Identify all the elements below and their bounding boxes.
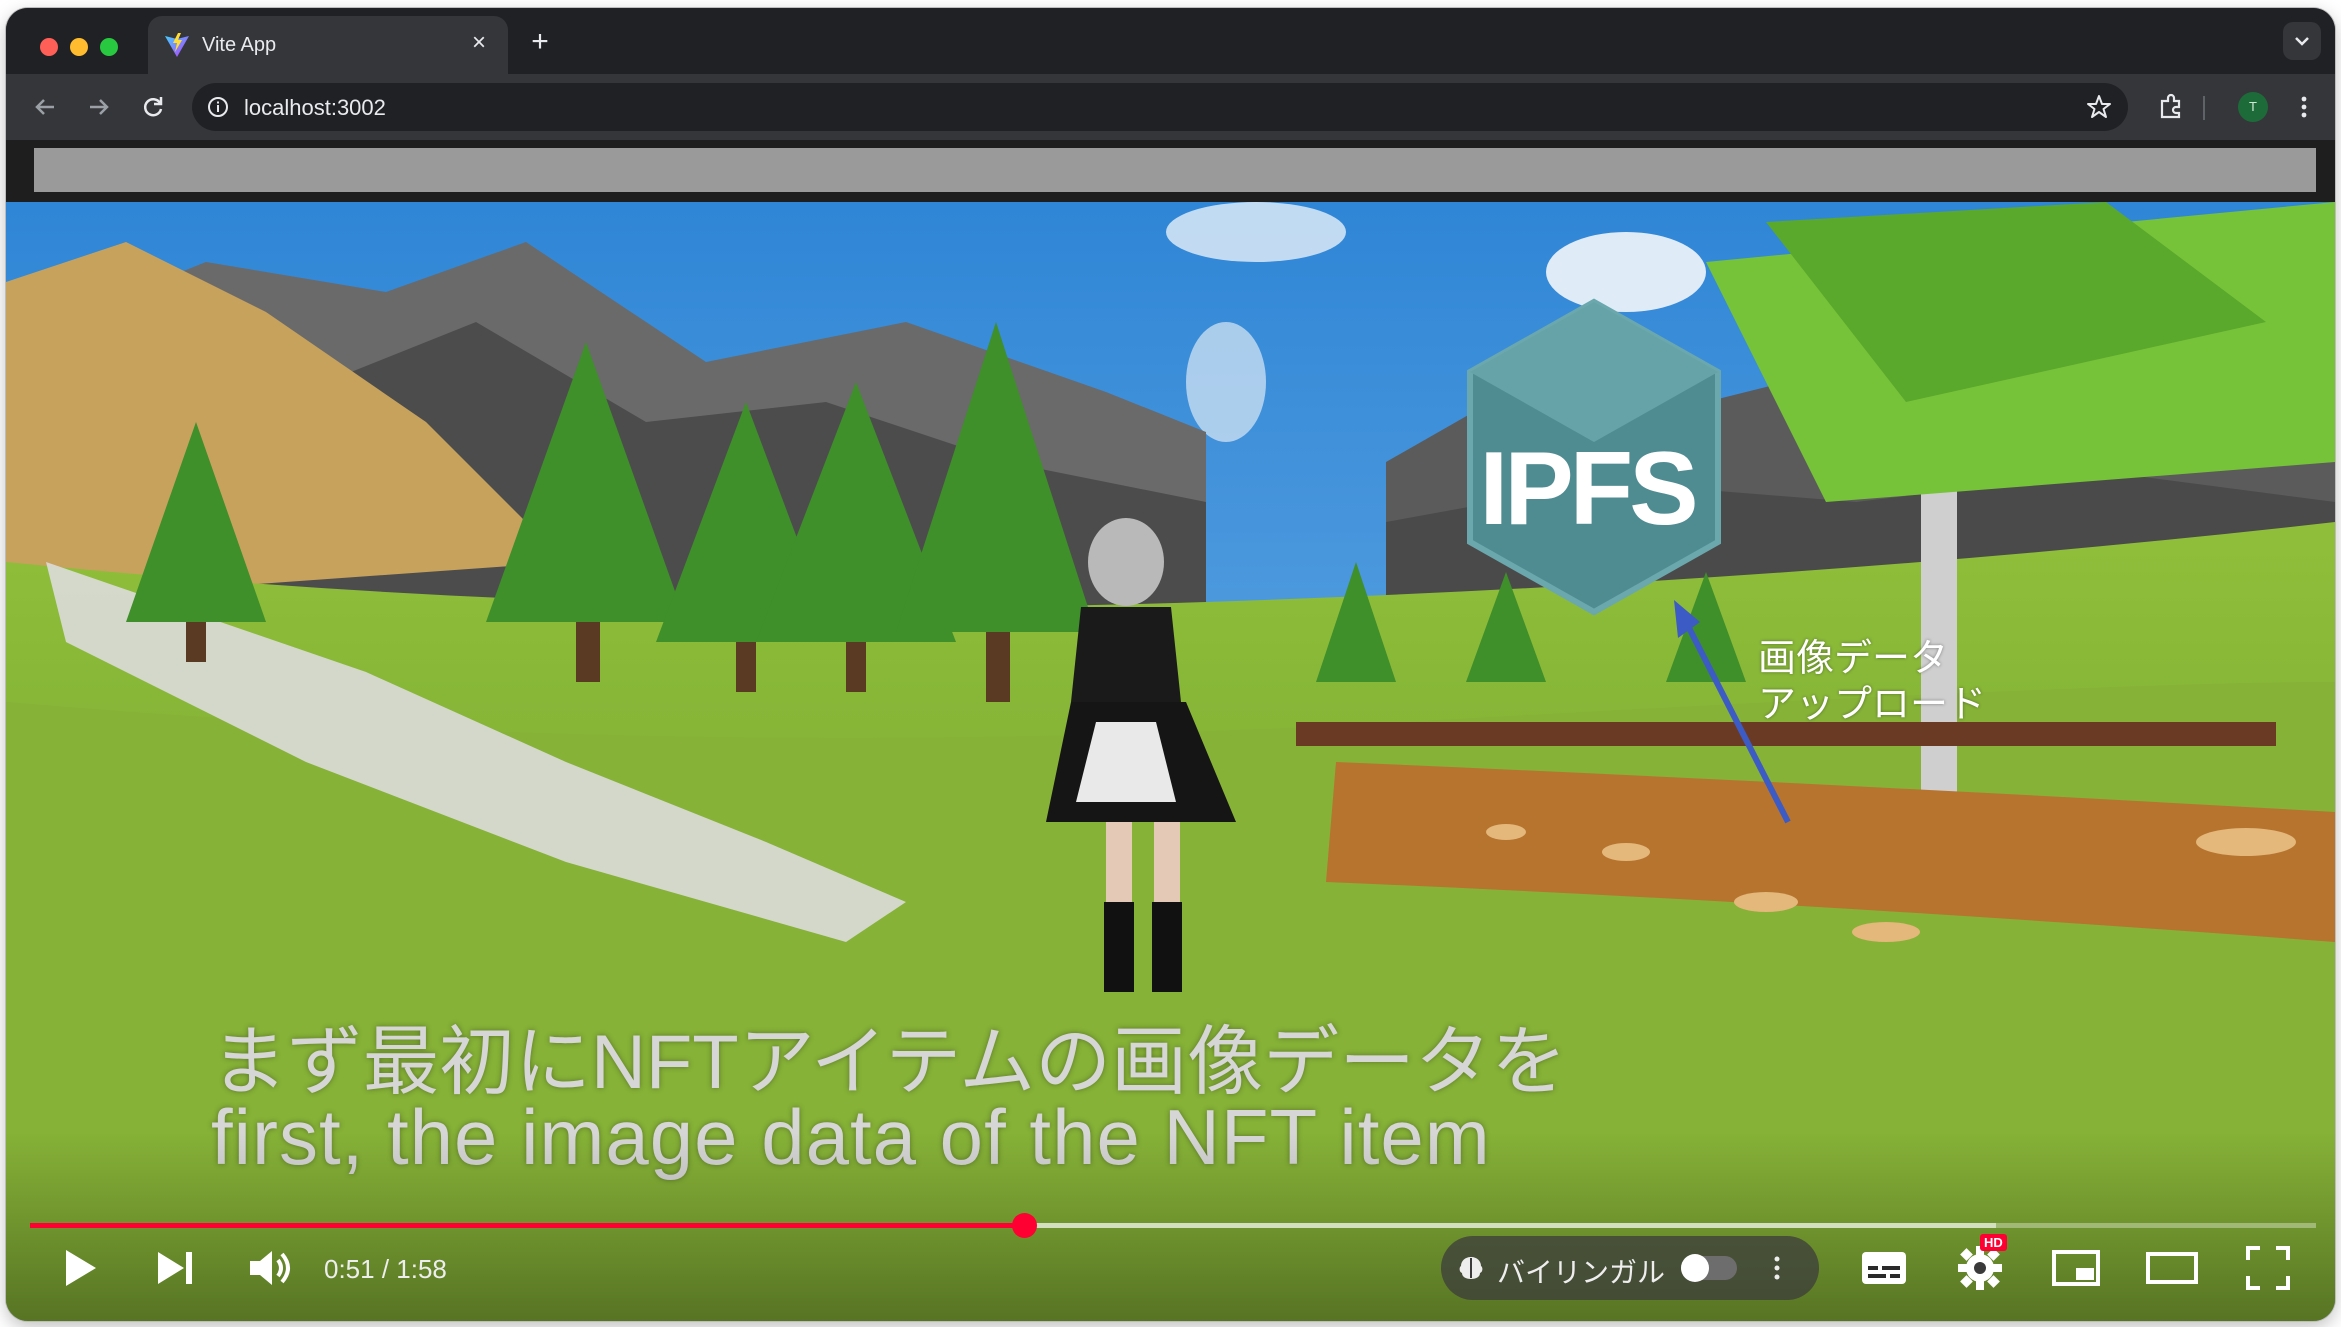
brain-icon [1459, 1257, 1483, 1279]
page-content: IPFS 画像データ アップロード まず最初にNFTアイテムの画像データを fi… [6, 140, 2335, 1321]
miniplayer-icon[interactable] [2046, 1238, 2106, 1298]
bookmark-star-icon[interactable] [2084, 92, 2114, 122]
tab-title: Vite App [202, 34, 277, 56]
subtitles-icon[interactable] [1854, 1238, 1914, 1298]
progress-buffered [1024, 1223, 1996, 1228]
volume-icon[interactable] [240, 1238, 300, 1298]
ipfs-logo: IPFS [1479, 431, 1698, 547]
profile-avatar[interactable]: T [2238, 92, 2268, 122]
vite-logo-icon [165, 33, 189, 57]
back-arrow-icon[interactable] [26, 88, 64, 126]
fullscreen-icon[interactable] [2238, 1238, 2298, 1298]
time-display: 0:51 / 1:58 [324, 1254, 447, 1284]
upload-annotation: 画像データ アップロード [1758, 636, 1986, 728]
bilingual-switch-knob [1681, 1254, 1709, 1282]
hd-badge: HD [1980, 1234, 2007, 1251]
annotation-line-1: 画像データ [1758, 638, 1949, 680]
next-video-icon[interactable] [146, 1238, 206, 1298]
new-tab-button[interactable]: + [522, 24, 558, 60]
site-info-icon[interactable] [206, 95, 230, 119]
minimize-window-button[interactable] [70, 38, 88, 56]
progress-played [30, 1223, 1025, 1228]
address-bar[interactable]: localhost:3002 [192, 83, 2128, 131]
extensions-puzzle-icon[interactable] [2152, 88, 2190, 126]
video-player[interactable]: IPFS 画像データ アップロード まず最初にNFTアイテムの画像データを fi… [6, 202, 2335, 1321]
tab-vite-app[interactable]: Vite App × [148, 16, 508, 74]
toolbar-separator [2203, 96, 2205, 120]
browser-toolbar: localhost:3002 T [6, 74, 2335, 140]
settings-button[interactable]: HD [1950, 1234, 2010, 1298]
more-options-icon[interactable] [1763, 1250, 1791, 1286]
url-text: localhost:3002 [244, 95, 386, 120]
bilingual-toggle-pill[interactable]: バイリンガル [1441, 1236, 1819, 1300]
annotation-line-2: アップロード [1758, 684, 1987, 726]
forward-arrow-icon[interactable] [80, 88, 118, 126]
more-menu-icon[interactable] [2285, 88, 2323, 126]
chevron-down-icon [2295, 37, 2309, 46]
reload-icon[interactable] [134, 88, 172, 126]
tab-strip: Vite App × + [6, 8, 2335, 74]
bilingual-switch[interactable] [1681, 1254, 1737, 1282]
close-window-button[interactable] [40, 38, 58, 56]
tab-search-button[interactable] [2283, 22, 2321, 60]
page-header-bar [34, 148, 2316, 192]
progress-bar[interactable] [30, 1213, 2316, 1238]
play-icon[interactable] [50, 1238, 110, 1298]
theater-mode-icon[interactable] [2142, 1238, 2202, 1298]
tab-close-icon[interactable]: × [464, 28, 494, 58]
bilingual-label: バイリンガル [1497, 1257, 1666, 1288]
zoom-window-button[interactable] [100, 38, 118, 56]
browser-window: Vite App × + localhost:3002 T IPFS 画像データ… [6, 8, 2335, 1321]
